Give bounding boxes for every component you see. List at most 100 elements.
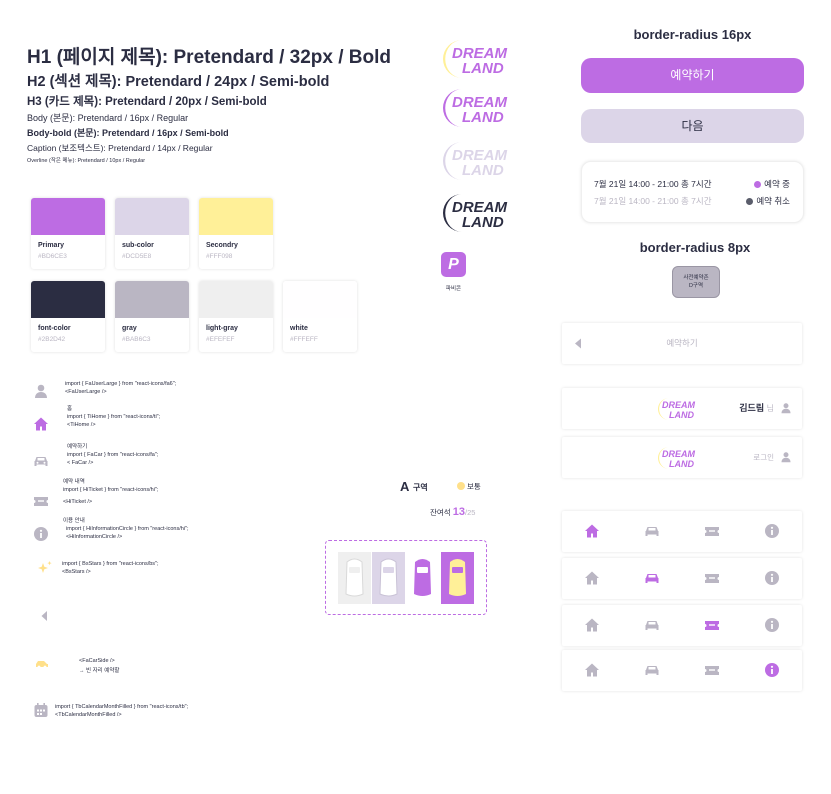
car-icon	[34, 457, 48, 466]
typography-overline: Overline (작은 메뉴): Pretendard / 10px / Re…	[27, 158, 146, 164]
status-dot	[746, 197, 754, 205]
code-line: <FaCarSide />	[79, 658, 115, 664]
code-line: import { HiTicket } from "react-icons/hi…	[63, 487, 159, 493]
code-line: import { BsStars } from "react-icons/bs"…	[62, 561, 159, 567]
user-greeting[interactable]: 김드림 님	[739, 388, 774, 429]
parking-slot-occupied[interactable]	[406, 552, 439, 604]
ticket-icon[interactable]	[704, 570, 720, 586]
parking-slot-available[interactable]	[441, 552, 474, 604]
code-line: import { TbCalendarMonthFilled } from "r…	[55, 704, 189, 710]
chip-line: 사전예약존	[683, 275, 709, 281]
icon-code-stars: import { BsStars } from "react-icons/bs"…	[62, 560, 159, 576]
chip-line: D구역	[688, 283, 704, 289]
info-icon[interactable]	[764, 617, 780, 633]
swatch-sub-color: sub-color #DCD5E8	[115, 198, 189, 269]
login-link[interactable]: 로그인	[753, 437, 774, 478]
user-icon[interactable]	[780, 451, 792, 463]
ticket-icon[interactable]	[704, 617, 720, 633]
code-line: <HiInformationCircle />	[66, 534, 123, 540]
logo-dreamland-dark: DREAM LAND	[443, 194, 508, 232]
swatch-hex: #EFEFEF	[206, 336, 235, 343]
header-logo[interactable]: DREAM LAND	[655, 397, 707, 421]
favicon-label: 파비콘	[445, 286, 462, 292]
code-line: < FaCar />	[67, 460, 94, 466]
stars-icon	[38, 561, 52, 573]
bottom-nav-car-active	[562, 558, 802, 599]
swatch-gray: gray #BAB6C3	[115, 281, 189, 352]
remaining-seats: 잔여석 13/25	[430, 506, 475, 518]
car-icon[interactable]	[644, 662, 660, 678]
swatch-name: Primary	[38, 242, 65, 249]
user-icon[interactable]	[780, 402, 792, 414]
logo-text-line2: LAND	[462, 162, 504, 179]
user-icon	[35, 384, 47, 398]
icon-code-info: 이용 안내 import { HiInformationCircle } fro…	[63, 517, 189, 541]
code-line: <HiTicket />	[63, 499, 93, 505]
ticket-icon[interactable]	[704, 662, 720, 678]
zone-chip[interactable]: 사전예약존 D구역	[672, 266, 720, 298]
swatch-fill	[199, 198, 273, 235]
congestion-dot	[457, 482, 465, 490]
swatch-hex: #FFFEFF	[290, 336, 318, 343]
info-icon[interactable]	[764, 570, 780, 586]
code-line: import { FaCar } from "react-icons/fa";	[67, 452, 159, 458]
car-icon[interactable]	[644, 617, 660, 633]
radius8-title: border-radius 8px	[639, 240, 751, 255]
logo-text-line1: DREAM	[662, 400, 696, 410]
status-text: 예약 중	[764, 179, 790, 189]
status-dot	[754, 180, 762, 188]
code-line: <FaUserLarge />	[65, 389, 107, 395]
header-logged-out: DREAM LAND 로그인	[562, 437, 802, 478]
icon-code-user: import { FaUserLarge } from "react-icons…	[65, 380, 176, 396]
swatch-hex: #BAB6C3	[122, 336, 151, 343]
swatch-hex: #FFF098	[206, 253, 233, 260]
ticket-icon[interactable]	[704, 523, 720, 539]
chevron-left-icon	[41, 611, 47, 621]
code-line: <BsStars />	[62, 569, 91, 575]
home-icon[interactable]	[584, 570, 600, 586]
info-icon[interactable]	[764, 523, 780, 539]
swatch-fill	[31, 281, 105, 318]
code-line: 예약 내역	[63, 479, 85, 485]
reservation-status: 예약 취소	[746, 195, 790, 207]
reservation-time: 7월 21일 14:00 - 21:00 총 7시간	[594, 179, 712, 189]
code-line: → 빈 자리 예약할	[79, 668, 120, 674]
home-icon[interactable]	[584, 617, 600, 633]
icon-code-car-side: <FaCarSide /> → 빈 자리 예약할	[79, 657, 119, 675]
logo-text-line2: LAND	[462, 109, 504, 126]
swatch-name: white	[290, 325, 308, 332]
favicon-icon: P	[441, 252, 466, 277]
car-icon[interactable]	[644, 570, 660, 586]
congestion-status: 보통	[467, 482, 481, 491]
next-button[interactable]: 다음	[581, 109, 804, 143]
code-line: import { TiHome } from "react-icons/ti";	[67, 414, 161, 420]
icon-code-calendar: import { TbCalendarMonthFilled } from "r…	[55, 703, 188, 719]
parking-slot-empty[interactable]	[338, 552, 371, 604]
back-bar-title: 예약하기	[666, 338, 698, 348]
logo-dreamland-purple: DREAM LAND	[443, 89, 508, 127]
home-icon[interactable]	[584, 523, 600, 539]
bottom-nav-home-active	[562, 511, 802, 552]
logo-text-line1: DREAM	[662, 449, 696, 459]
home-icon[interactable]	[584, 662, 600, 678]
remaining-count: 13	[452, 506, 466, 518]
swatch-hex: #DCD5E8	[122, 253, 152, 260]
logo-dreamland-light: DREAM LAND	[443, 142, 508, 180]
ticket-icon	[34, 497, 48, 506]
code-line: 홈	[67, 406, 73, 412]
parking-slot-selected[interactable]	[372, 552, 405, 604]
header-logo[interactable]: DREAM LAND	[655, 446, 707, 470]
back-header-bar: 예약하기	[562, 323, 802, 364]
remaining-label: 잔여석	[430, 508, 451, 517]
typography-h1: H1 (페이지 제목): Pretendard / 32px / Bold	[27, 47, 392, 68]
info-icon[interactable]	[764, 662, 780, 678]
swatch-name: gray	[122, 325, 137, 332]
info-icon	[34, 527, 48, 541]
reserve-button[interactable]: 예약하기	[581, 58, 804, 93]
car-icon[interactable]	[644, 523, 660, 539]
swatch-name: light-gray	[206, 325, 238, 332]
swatch-secondary: Secondry #FFF098	[199, 198, 273, 269]
reservation-status: 예약 중	[754, 178, 790, 190]
code-line: <TbCalendarMonthFilled />	[55, 712, 122, 718]
typography-body: Body (본문): Pretendard / 16px / Regular	[27, 113, 189, 123]
